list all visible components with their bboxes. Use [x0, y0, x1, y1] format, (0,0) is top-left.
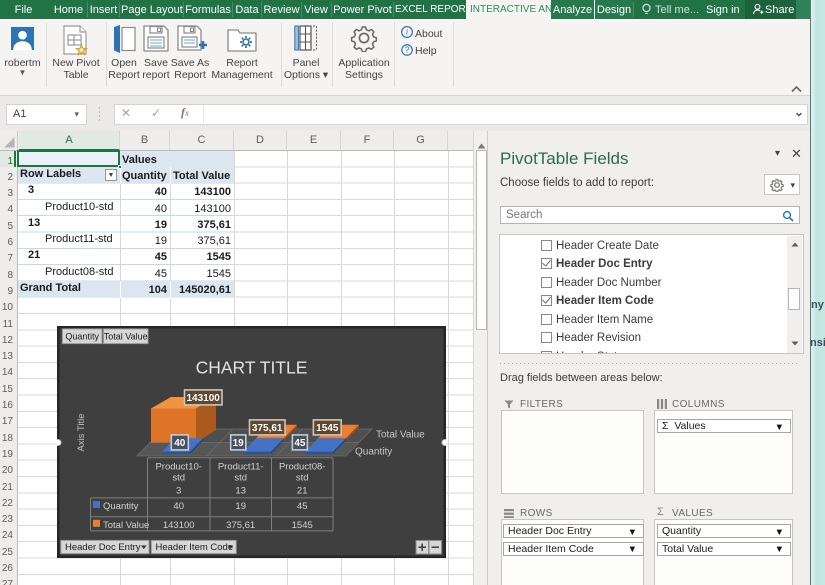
svg-text:13: 13 — [235, 485, 246, 496]
svg-text:Header Item Code: Header Item Code — [156, 542, 234, 553]
svg-text:45: 45 — [294, 438, 306, 449]
svg-text:19: 19 — [233, 438, 245, 449]
svg-text:Header Doc Entry: Header Doc Entry — [65, 542, 141, 553]
svg-text:Product11-: Product11- — [218, 461, 264, 472]
svg-text:40: 40 — [174, 438, 186, 449]
svg-text:40: 40 — [173, 501, 184, 512]
svg-text:std: std — [172, 472, 185, 483]
svg-text:45: 45 — [297, 501, 308, 512]
svg-text:21: 21 — [297, 485, 308, 496]
svg-text:Product08-: Product08- — [279, 461, 325, 472]
svg-text:375,61: 375,61 — [252, 423, 283, 434]
svg-text:i: i — [406, 28, 409, 37]
svg-text:std: std — [234, 472, 247, 483]
svg-text:Product10-: Product10- — [155, 461, 201, 472]
svg-text:375,61: 375,61 — [226, 520, 255, 531]
svg-text:143100: 143100 — [163, 520, 195, 531]
svg-text:Total Value: Total Value — [104, 331, 148, 341]
svg-text:Total Value: Total Value — [103, 520, 149, 531]
svg-text:Quantity: Quantity — [65, 331, 99, 341]
svg-text:std: std — [296, 472, 309, 483]
svg-text:Quantity: Quantity — [103, 501, 139, 512]
svg-text:3: 3 — [176, 485, 181, 496]
svg-text:CHART TITLE: CHART TITLE — [196, 357, 308, 377]
svg-text:143100: 143100 — [187, 393, 221, 404]
svg-text:?: ? — [405, 46, 410, 55]
svg-text:Axis Title: Axis Title — [76, 413, 87, 451]
svg-text:1545: 1545 — [316, 423, 339, 434]
svg-text:1545: 1545 — [292, 520, 313, 531]
svg-text:19: 19 — [235, 501, 246, 512]
svg-text:Quantity: Quantity — [355, 446, 392, 457]
svg-text:Total Value: Total Value — [376, 429, 425, 440]
